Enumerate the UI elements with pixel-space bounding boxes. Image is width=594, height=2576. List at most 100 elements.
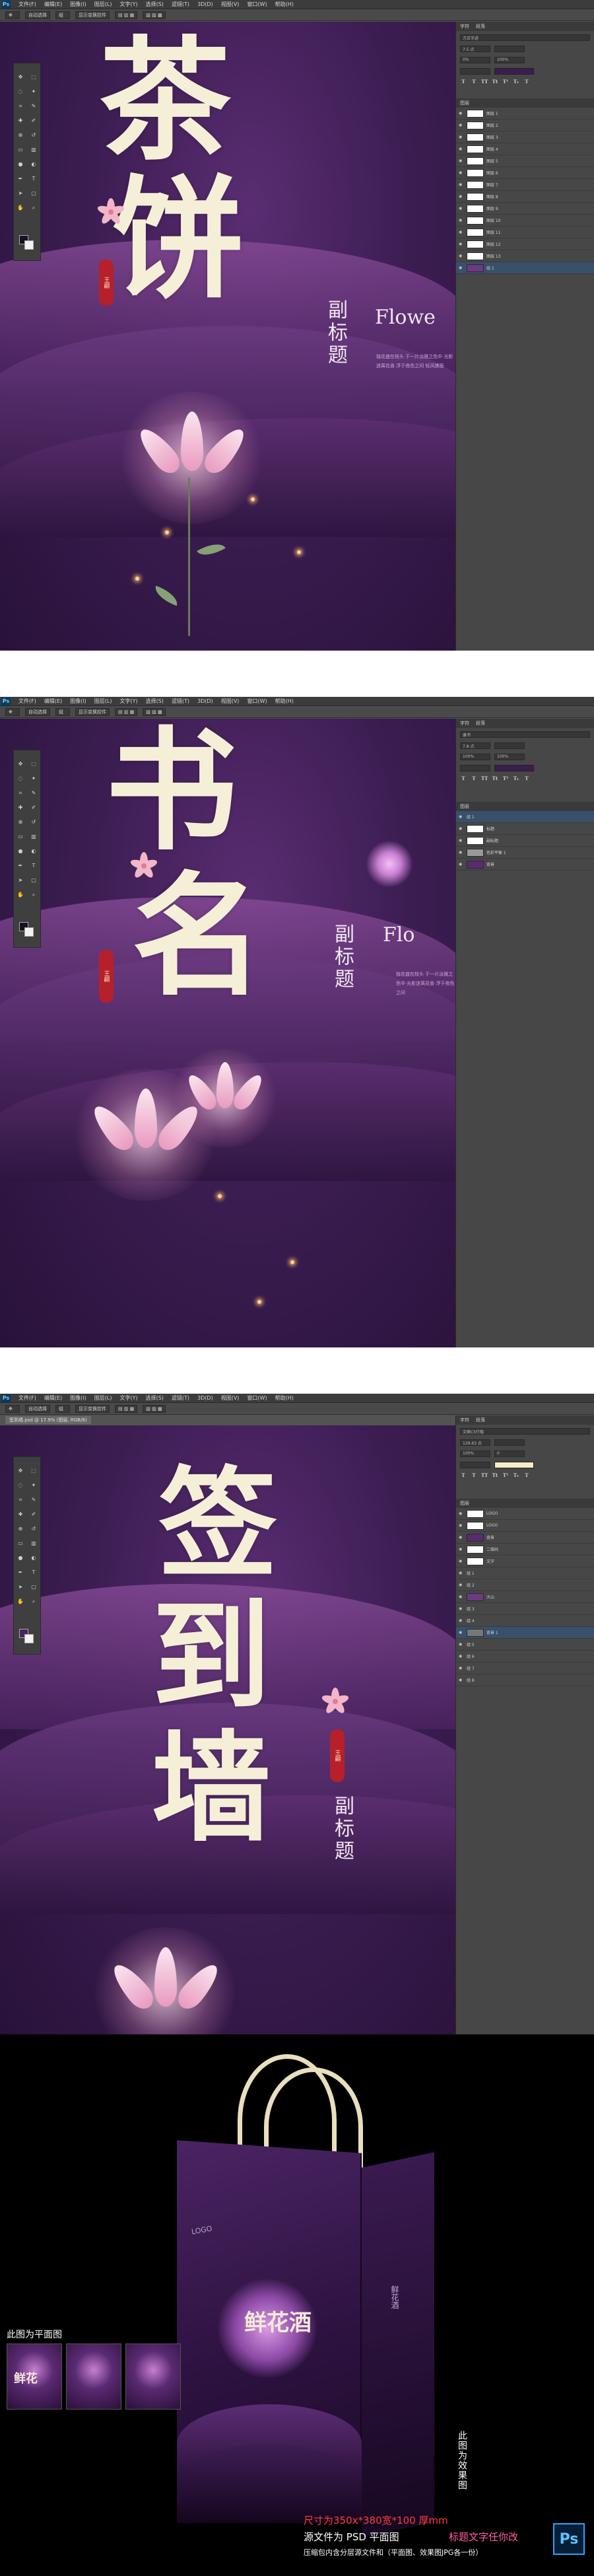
dodge-tool-icon[interactable]: ◐	[29, 847, 38, 855]
magic-wand-icon[interactable]: ✦	[29, 88, 38, 96]
background-color-swatch[interactable]	[24, 927, 34, 937]
layer-row[interactable]: ◉ 图层 10	[456, 215, 594, 227]
eye-icon[interactable]: ◉	[459, 1523, 464, 1528]
font-family-field[interactable]: 隶书	[460, 731, 590, 738]
menu-layer[interactable]: 图层(L)	[90, 1, 116, 8]
magic-wand-icon[interactable]: ✦	[29, 775, 38, 783]
group-select[interactable]: 组	[55, 1404, 70, 1413]
leading-field[interactable]	[494, 742, 525, 749]
layer-row[interactable]: ◉ 图层 12	[456, 238, 594, 250]
eye-icon[interactable]: ◉	[459, 182, 464, 188]
group-select[interactable]: 组	[55, 11, 70, 19]
eye-icon[interactable]: ◉	[459, 1630, 464, 1635]
lasso-tool-icon[interactable]: ◌	[16, 88, 25, 96]
scale-field[interactable]: 100%	[494, 754, 525, 760]
path-select-icon[interactable]: ➤	[16, 877, 25, 884]
distribute-icons[interactable]: ▧ ▨ ▩	[143, 11, 166, 19]
italic-icon[interactable]: T	[471, 79, 477, 85]
menu-view[interactable]: 视图(V)	[217, 1394, 244, 1402]
menu-edit[interactable]: 编辑(E)	[40, 1, 66, 8]
distribute-icons[interactable]: ▧ ▨ ▩	[143, 707, 166, 716]
tab-layers[interactable]: 图层	[460, 1500, 469, 1507]
brush-tool-icon[interactable]: ✐	[29, 1511, 38, 1519]
tab-character[interactable]: 字符	[460, 720, 469, 727]
superscript-icon[interactable]: T¹	[502, 1472, 509, 1479]
eye-icon[interactable]: ◉	[459, 159, 464, 164]
lasso-tool-icon[interactable]: ◌	[16, 1482, 25, 1489]
auto-select-option[interactable]: 自动选择	[25, 11, 50, 19]
marquee-tool-icon[interactable]: ⬚	[29, 1467, 38, 1475]
small-caps-icon[interactable]: Tt	[492, 79, 498, 85]
eye-icon[interactable]: ◉	[459, 218, 464, 223]
menu-filter[interactable]: 滤镜(T)	[168, 1394, 193, 1402]
blur-tool-icon[interactable]: ●	[16, 161, 25, 168]
background-color-swatch[interactable]	[24, 240, 34, 250]
dodge-tool-icon[interactable]: ◐	[29, 1554, 38, 1562]
eraser-tool-icon[interactable]: ▭	[16, 1540, 25, 1548]
move-tool-icon[interactable]: ✥	[5, 11, 20, 19]
pen-tool-icon[interactable]: ✒	[16, 1569, 25, 1577]
layer-row[interactable]: ◉ LOGO	[456, 1520, 594, 1532]
tab-character[interactable]: 字符	[460, 1417, 469, 1423]
layer-row[interactable]: ◉ 组 2	[456, 1579, 594, 1591]
layer-row[interactable]: ◉ 副标题	[456, 835, 594, 847]
underline-icon[interactable]: T	[523, 79, 530, 85]
eye-icon[interactable]: ◉	[459, 206, 464, 211]
tab-paragraph[interactable]: 段落	[476, 1417, 485, 1423]
eye-icon[interactable]: ◉	[459, 242, 464, 247]
underline-icon[interactable]: T	[523, 775, 530, 782]
eye-icon[interactable]: ◉	[459, 838, 464, 843]
layer-row[interactable]: ◉ 图层 6	[456, 167, 594, 179]
layer-row-selected[interactable]: ◉ 背景 1	[456, 1627, 594, 1639]
caps-icon[interactable]: TT	[481, 1472, 488, 1479]
bold-icon[interactable]: T	[460, 775, 467, 782]
bold-icon[interactable]: T	[460, 79, 467, 85]
baseline-field[interactable]	[460, 1462, 490, 1468]
transform-controls-option[interactable]: 显示变换控件	[75, 11, 110, 19]
menu-type[interactable]: 文字(Y)	[116, 1, 141, 8]
eye-icon[interactable]: ◉	[459, 194, 464, 199]
hand-tool-icon[interactable]: ✋	[16, 1598, 25, 1606]
font-size-field[interactable]: 129.63 点	[460, 1439, 490, 1446]
menu-filter[interactable]: 滤镜(T)	[168, 1, 193, 8]
align-icons[interactable]: ▤ ▥ ▦	[115, 707, 138, 716]
text-color-swatch[interactable]	[494, 1462, 534, 1468]
subscript-icon[interactable]: T₁	[513, 79, 519, 85]
small-caps-icon[interactable]: Tt	[492, 775, 498, 782]
layer-row[interactable]: ◉ 大山	[456, 1591, 594, 1603]
layer-row[interactable]: ◉ 标题	[456, 823, 594, 835]
eyedropper-icon[interactable]: ✎	[29, 1496, 38, 1504]
menu-help[interactable]: 帮助(H)	[271, 1, 298, 8]
menu-file[interactable]: 文件(F)	[15, 1394, 40, 1402]
layer-row[interactable]: ◉ 图层 11	[456, 227, 594, 238]
blur-tool-icon[interactable]: ●	[16, 847, 25, 855]
menu-type[interactable]: 文字(Y)	[116, 698, 141, 705]
distribute-icons[interactable]: ▧ ▨ ▩	[143, 1404, 166, 1413]
tracking-field[interactable]: 100%	[460, 1450, 490, 1457]
tracking-field[interactable]: 100%	[460, 754, 490, 760]
layer-row[interactable]: ◉ 图层 5	[456, 155, 594, 167]
layer-row[interactable]: ◉ 组 6	[456, 1651, 594, 1663]
eye-icon[interactable]: ◉	[459, 266, 464, 271]
move-tool-icon[interactable]: ✥	[5, 707, 20, 716]
tab-layers[interactable]: 图层	[460, 803, 469, 810]
layer-row[interactable]: ◉ 背景	[456, 859, 594, 871]
eye-icon[interactable]: ◉	[459, 826, 464, 832]
eraser-tool-icon[interactable]: ▭	[16, 833, 25, 841]
layer-row[interactable]: ◉ 图层 1	[456, 108, 594, 120]
move-tool-icon[interactable]: ✥	[16, 73, 25, 81]
small-caps-icon[interactable]: Tt	[492, 1472, 498, 1479]
menu-3d[interactable]: 3D(D)	[193, 1, 217, 7]
menu-image[interactable]: 图像(I)	[66, 1394, 90, 1402]
eyedropper-icon[interactable]: ✎	[29, 102, 38, 110]
history-brush-icon[interactable]: ↺	[29, 818, 38, 826]
menu-select[interactable]: 选择(S)	[142, 698, 168, 705]
layer-row[interactable]: ◉ 图层 3	[456, 131, 594, 143]
eraser-tool-icon[interactable]: ▭	[16, 146, 25, 154]
document-tab[interactable]: 签到墙.psd @ 17.9% (图层, RGB/8)	[5, 1416, 91, 1424]
layer-row[interactable]: ◉ 图层 7	[456, 179, 594, 191]
italic-icon[interactable]: T	[471, 775, 477, 782]
gradient-tool-icon[interactable]: ▥	[29, 833, 38, 841]
crop-tool-icon[interactable]: ⌗	[16, 1496, 25, 1504]
layer-row[interactable]: ◉ 背景	[456, 1532, 594, 1544]
